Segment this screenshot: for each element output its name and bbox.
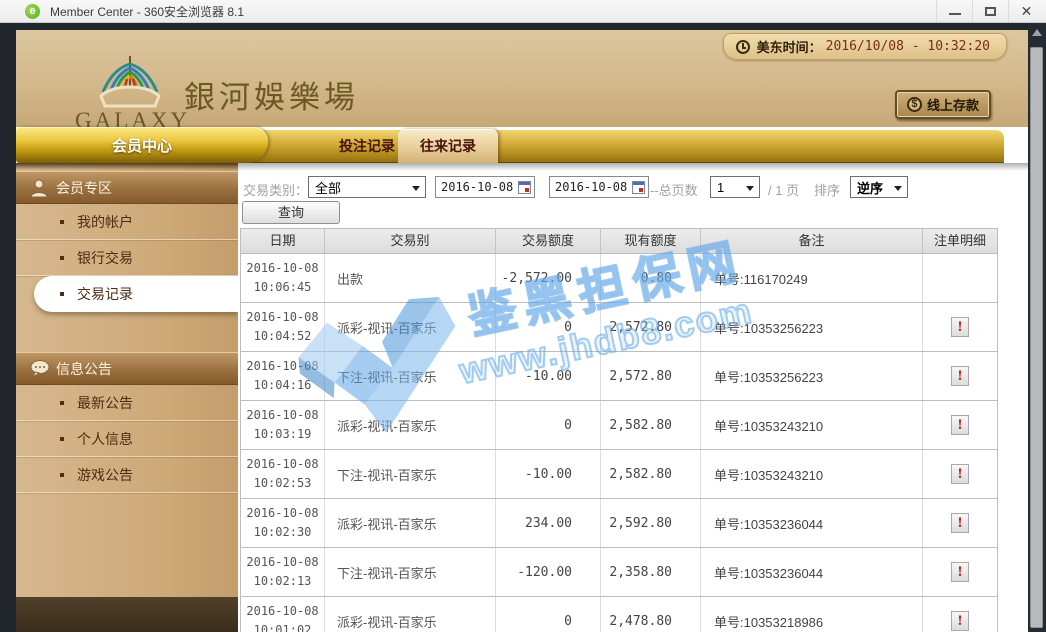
table-row: 2016-10-0810:03:19 派彩-视讯-百家乐 0 2,582.80 … (241, 400, 997, 449)
table-row: 2016-10-0810:04:52 派彩-视讯-百家乐 0 2,572.80 … (241, 302, 997, 351)
close-icon: ✕ (1021, 4, 1033, 18)
sidebar-item-my-account[interactable]: 我的帐户 (16, 204, 238, 240)
page-scrollbar[interactable] (1028, 23, 1046, 632)
order-detail-icon[interactable]: ! (951, 366, 969, 386)
order-detail-icon[interactable]: ! (951, 513, 969, 533)
sidebar-item-transaction-records[interactable]: 交易记录 (34, 276, 238, 312)
main-content: 交易类别： 全部 2016-10-08 2016-10-08 --总页数 1 (238, 163, 1028, 632)
order-detail-icon[interactable]: ! (951, 464, 969, 484)
section-header-announcements: 信息公告 (16, 352, 238, 385)
order-detail-icon[interactable]: ! (951, 611, 969, 631)
bullet-icon (60, 437, 64, 441)
total-pages-label: --总页数 (650, 180, 698, 199)
message-bubble-icon (29, 359, 51, 379)
col-header-balance: 现有额度 (601, 229, 701, 253)
maximize-button[interactable] (972, 0, 1008, 22)
user-icon (29, 178, 49, 198)
bullet-icon (60, 473, 64, 477)
page-select[interactable]: 1 (710, 176, 760, 198)
page-header: 美东时间： 2016/10/08 - 10:32:20 GA (16, 30, 1028, 127)
query-button[interactable]: 查询 (242, 201, 340, 224)
sidebar-section-member-zone: 会员专区 我的帐户 银行交易 交易记录 (16, 171, 238, 312)
window-title: Member Center - 360安全浏览器 8.1 (50, 3, 244, 20)
table-row: 2016-10-0810:04:16 下注-视讯-百家乐 -10.00 2,57… (241, 351, 997, 400)
browser-360-logo-icon: e (25, 4, 40, 19)
table-header-row: 日期 交易别 交易额度 现有额度 备注 注单明细 (241, 229, 997, 253)
section-title: 会员专区 (56, 178, 112, 198)
filter-bar: 交易类别： 全部 2016-10-08 2016-10-08 --总页数 1 (238, 176, 1028, 200)
member-center-page: 美东时间： 2016/10/08 - 10:32:20 GA (16, 30, 1028, 632)
time-label: 美东时间： (757, 37, 822, 56)
peacock-icon (89, 54, 171, 110)
chevron-down-icon (746, 186, 754, 191)
transaction-type-select[interactable]: 全部 (308, 176, 426, 198)
sidebar: 会员专区 我的帐户 银行交易 交易记录 (16, 163, 238, 632)
date-from-input[interactable]: 2016-10-08 (435, 176, 535, 198)
online-deposit-button[interactable]: $ 线上存款 (895, 90, 991, 119)
minimize-button[interactable] (936, 0, 972, 22)
table-row: 2016-10-0810:01:02 派彩-视讯-百家乐 0 2,478.80 … (241, 596, 997, 632)
minimize-icon (949, 13, 961, 15)
date-to-input[interactable]: 2016-10-08 (549, 176, 649, 198)
sidebar-footer (16, 597, 238, 632)
sidebar-item-game-announcements[interactable]: 游戏公告 (16, 457, 238, 493)
col-header-detail: 注单明细 (923, 229, 997, 253)
member-center-banner: 会员中心 (16, 127, 268, 163)
col-header-amount: 交易额度 (496, 229, 601, 253)
order-detail-icon[interactable]: ! (951, 562, 969, 582)
dollar-coin-icon: $ (907, 97, 922, 112)
table-row: 2016-10-0810:02:13 下注-视讯-百家乐 -120.00 2,3… (241, 547, 997, 596)
order-detail-icon[interactable]: ! (951, 317, 969, 337)
transactions-body: 2016-10-0810:06:45 出款 -2,572.00 0.80 单号:… (241, 253, 997, 632)
transactions-table: 日期 交易别 交易额度 现有额度 备注 注单明细 2016-10-0810:06… (240, 228, 998, 632)
chevron-down-icon (894, 186, 902, 191)
col-header-remark: 备注 (701, 229, 923, 253)
sidebar-item-personal-messages[interactable]: 个人信息 (16, 421, 238, 457)
section-title: 信息公告 (56, 359, 112, 379)
sort-order-select[interactable]: 逆序 (850, 176, 908, 198)
member-center-label: 会员中心 (112, 135, 172, 156)
table-row: 2016-10-0810:02:53 下注-视讯-百家乐 -10.00 2,58… (241, 449, 997, 498)
col-header-date: 日期 (241, 229, 325, 253)
close-button[interactable]: ✕ (1008, 0, 1044, 22)
order-detail-icon[interactable]: ! (951, 415, 969, 435)
bullet-icon (60, 292, 64, 296)
browser-window: e Member Center - 360安全浏览器 8.1 ✕ 美东时间： 2… (0, 0, 1046, 632)
bullet-icon (60, 401, 64, 405)
tab-transaction-records[interactable]: 往来记录 (398, 129, 498, 163)
scrollbar-thumb[interactable] (1030, 47, 1043, 628)
table-row: 2016-10-0810:06:45 出款 -2,572.00 0.80 单号:… (241, 253, 997, 302)
deposit-button-label: 线上存款 (927, 95, 979, 114)
server-time-pill: 美东时间： 2016/10/08 - 10:32:20 (723, 33, 1007, 60)
page-count-label: / 1 页 (768, 180, 799, 199)
maximize-icon (985, 7, 996, 16)
time-value: 2016/10/08 - 10:32:20 (826, 39, 990, 54)
calendar-icon[interactable] (632, 181, 645, 194)
sidebar-item-latest-announcements[interactable]: 最新公告 (16, 385, 238, 421)
calendar-icon[interactable] (518, 181, 531, 194)
site-name: 銀河娛樂場 (184, 72, 359, 117)
sort-label: 排序 (814, 180, 840, 199)
col-header-type: 交易别 (325, 229, 496, 253)
clock-icon (736, 40, 750, 54)
bullet-icon (60, 256, 64, 260)
sidebar-item-bank-transactions[interactable]: 银行交易 (16, 240, 238, 276)
sidebar-section-announcements: 信息公告 最新公告 个人信息 游戏公告 (16, 352, 238, 493)
bullet-icon (60, 220, 64, 224)
browser-titlebar: e Member Center - 360安全浏览器 8.1 ✕ (0, 0, 1046, 23)
transaction-type-label: 交易类别： (243, 180, 308, 199)
section-header-member-zone: 会员专区 (16, 171, 238, 204)
scroll-up-icon[interactable] (1032, 29, 1042, 36)
table-row: 2016-10-0810:02:30 派彩-视讯-百家乐 234.00 2,59… (241, 498, 997, 547)
chevron-down-icon (412, 186, 420, 191)
